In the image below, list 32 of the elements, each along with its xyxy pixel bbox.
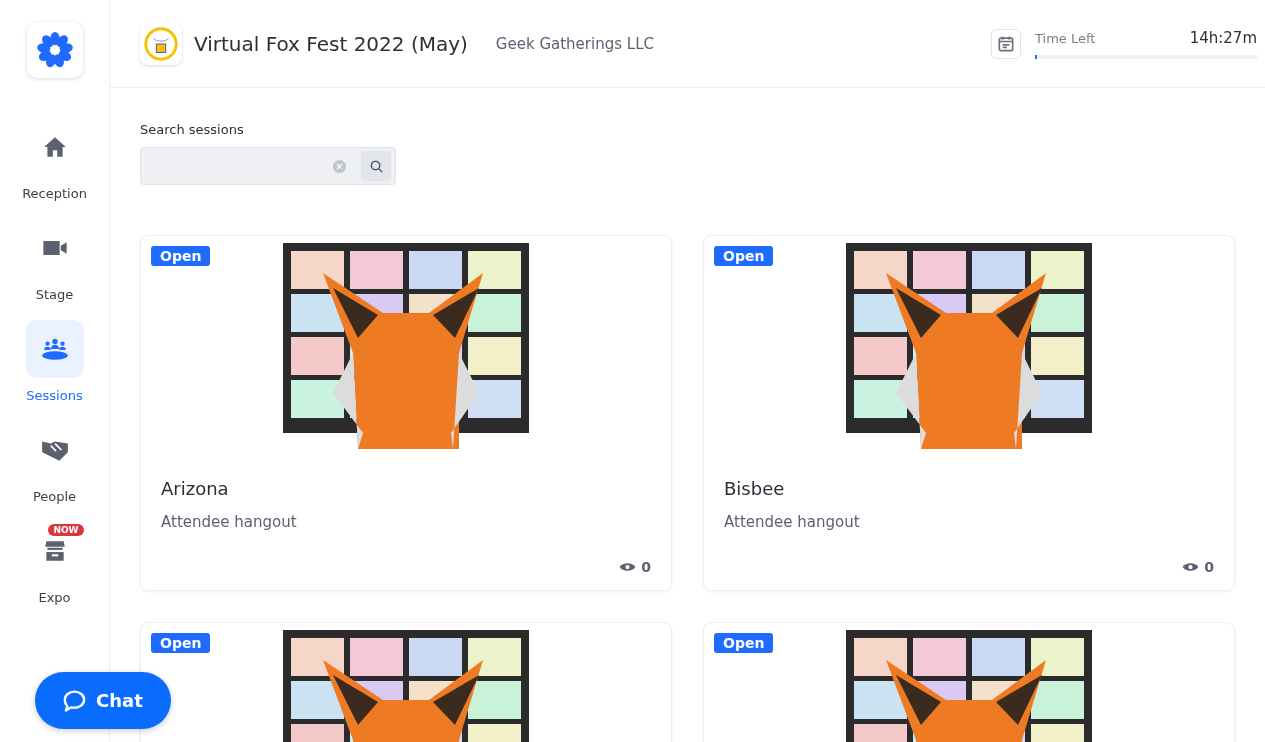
chat-button[interactable]: Chat bbox=[35, 672, 171, 729]
eye-icon bbox=[619, 561, 637, 573]
nav-item[interactable]: People bbox=[25, 421, 84, 504]
nav-item[interactable]: Stage bbox=[25, 219, 84, 302]
session-description: Attendee hangout bbox=[724, 513, 861, 531]
eye-icon bbox=[1182, 561, 1200, 573]
organizer-name: Geek Gatherings LLC bbox=[495, 34, 654, 53]
group-table-icon bbox=[39, 336, 70, 362]
search-label: Search sessions bbox=[140, 122, 245, 137]
new-badge: NOW bbox=[48, 524, 84, 536]
session-card[interactable]: Open Arizona Attendee hangout 0 bbox=[140, 235, 672, 591]
time-left-value: 14h:27m bbox=[1189, 28, 1257, 47]
event-title: Virtual Fox Fest 2022 (May) bbox=[194, 31, 468, 56]
search-button[interactable] bbox=[361, 151, 391, 181]
speech-bubble-icon bbox=[63, 689, 86, 712]
session-title: Arizona bbox=[161, 478, 230, 499]
calendar-button[interactable] bbox=[991, 28, 1021, 59]
session-description: Attendee hangout bbox=[161, 513, 298, 531]
status-badge: Open bbox=[151, 633, 211, 653]
search-icon bbox=[368, 158, 384, 174]
viewer-count: 0 bbox=[641, 559, 651, 575]
status-badge: Open bbox=[151, 246, 211, 266]
status-badge: Open bbox=[714, 246, 774, 266]
search-field[interactable] bbox=[140, 147, 396, 185]
session-card[interactable]: Open bbox=[703, 622, 1235, 742]
nav-item[interactable]: NOW Expo bbox=[25, 522, 84, 605]
session-card[interactable]: Open Bisbee Attendee hangout 0 bbox=[703, 235, 1235, 591]
nav-item[interactable]: Reception bbox=[22, 118, 87, 201]
time-left-label: Time Left bbox=[1035, 30, 1096, 46]
session-title: Bisbee bbox=[724, 478, 786, 499]
viewer-count: 0 bbox=[1204, 559, 1214, 575]
status-badge: Open bbox=[714, 633, 774, 653]
